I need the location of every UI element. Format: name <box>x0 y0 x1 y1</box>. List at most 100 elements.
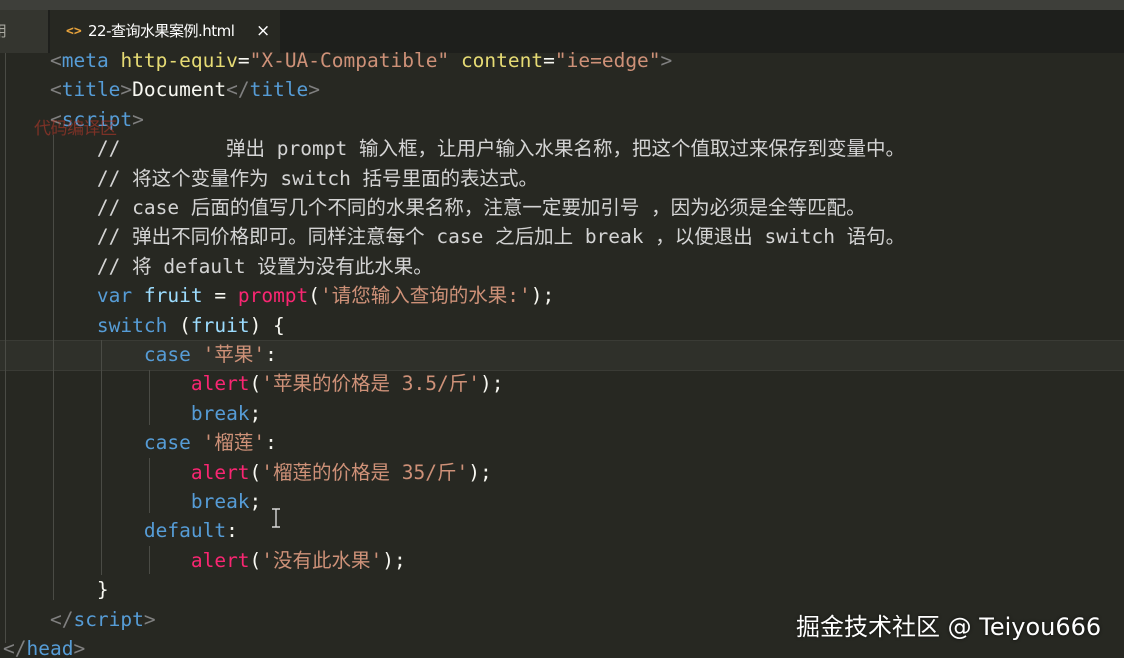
code-token: < <box>49 78 62 102</box>
code-token: = <box>202 284 238 308</box>
code-token: script <box>73 607 144 631</box>
code-token: ); <box>479 372 504 396</box>
code-line[interactable]: </script> <box>3 605 156 634</box>
code-token: title <box>249 78 309 102</box>
code-token: ( <box>249 460 262 484</box>
code-token: alert <box>190 372 250 396</box>
code-token: > <box>132 107 144 131</box>
code-token: > <box>660 49 673 72</box>
code-line[interactable]: switch (fruit) { <box>3 311 285 340</box>
code-token: meta <box>61 49 109 72</box>
code-line[interactable]: </head> <box>3 634 85 658</box>
code-line[interactable]: } <box>3 575 109 604</box>
code-token: ( <box>249 548 262 572</box>
code-token: '榴莲' <box>202 431 266 455</box>
code-token: </ <box>49 607 74 631</box>
code-line[interactable]: case '苹果': <box>3 340 277 369</box>
code-token: > <box>73 637 86 658</box>
code-token: < <box>49 49 62 72</box>
code-token: // 弹出 prompt 输入框，让用户输入水果名称，把这个值取过来保存到变量中… <box>96 137 905 161</box>
code-editor-window: 用 <> 22-查询水果案例.html × <meta http-equiv="… <box>0 0 1124 658</box>
code-token: ); <box>468 460 492 484</box>
code-token: Document <box>132 78 227 102</box>
code-token: ); <box>530 284 555 308</box>
code-token: ; <box>249 490 262 513</box>
code-token: : <box>226 519 238 543</box>
code-token: : <box>265 343 277 366</box>
text-cursor-icon <box>272 508 280 528</box>
code-line[interactable]: // 将这个变量作为 switch 括号里面的表达式。 <box>3 164 538 193</box>
menu-bar-edge <box>0 0 1124 10</box>
code-token: "ie=edge" <box>554 49 661 72</box>
code-token: // 将 default 设置为没有此水果。 <box>96 254 433 278</box>
code-line[interactable]: // 将 default 设置为没有此水果。 <box>3 252 433 281</box>
tab-previous-label: 用 <box>0 22 7 40</box>
code-token: '苹果的价格是 3.5/斤' <box>261 372 480 396</box>
code-line[interactable]: // 弹出 prompt 输入框，让用户输入水果名称，把这个值取过来保存到变量中… <box>3 134 905 163</box>
code-line[interactable]: alert('没有此水果'); <box>3 546 406 575</box>
code-token: = <box>237 49 250 72</box>
code-token: alert <box>190 460 250 484</box>
code-token: switch <box>96 313 168 337</box>
code-token: ) { <box>249 313 285 337</box>
code-token: // case 后面的值写几个不同的水果名称，注意一定要加引号 ，因为必须是全等… <box>96 196 866 219</box>
code-token: '没有此水果' <box>261 548 383 572</box>
code-token: case <box>143 343 191 366</box>
code-token: '苹果' <box>202 343 266 366</box>
code-line[interactable]: // case 后面的值写几个不同的水果名称，注意一定要加引号 ，因为必须是全等… <box>3 193 866 222</box>
code-line[interactable]: <meta http-equiv="X-UA-Compatible" conte… <box>3 46 672 75</box>
code-token: head <box>26 637 74 658</box>
code-token: // 弹出不同价格即可。同样注意每个 case 之后加上 break ，以便退出… <box>96 225 906 249</box>
code-token: > <box>143 607 156 631</box>
code-token: </ <box>226 78 250 102</box>
code-token: title <box>61 78 121 102</box>
code-token: fruit <box>143 284 203 308</box>
code-token: http-equiv <box>120 49 238 72</box>
code-token: default <box>143 519 227 543</box>
code-token: case <box>143 431 191 455</box>
code-token: ( <box>249 372 262 396</box>
code-token: ( <box>308 284 321 308</box>
watermark: 掘金技术社区 @ Teiyou666 <box>796 613 1102 641</box>
code-line[interactable]: case '榴莲': <box>3 428 277 457</box>
code-line[interactable]: <title>Document</title> <box>3 75 320 104</box>
code-line[interactable]: // 弹出不同价格即可。同样注意每个 case 之后加上 break ，以便退出… <box>3 222 905 251</box>
code-line[interactable]: break; <box>3 487 261 516</box>
code-token: </ <box>3 637 27 658</box>
code-token: > <box>120 78 133 102</box>
code-token: : <box>265 431 277 455</box>
code-line[interactable]: var fruit = prompt('请您输入查询的水果:'); <box>3 281 554 310</box>
code-line[interactable]: break; <box>3 399 261 428</box>
code-token: '榴莲的价格是 35/斤' <box>261 460 469 484</box>
code-line[interactable]: default: <box>3 516 238 545</box>
code-token: = <box>543 49 555 72</box>
code-line[interactable]: alert('苹果的价格是 3.5/斤'); <box>3 369 504 398</box>
code-token: ( <box>167 313 191 337</box>
code-line[interactable]: alert('榴莲的价格是 35/斤'); <box>3 458 492 487</box>
code-token: fruit <box>190 313 250 337</box>
code-token: break <box>190 490 250 513</box>
code-token: // 将这个变量作为 switch 括号里面的表达式。 <box>96 166 539 190</box>
code-token: } <box>96 578 109 602</box>
